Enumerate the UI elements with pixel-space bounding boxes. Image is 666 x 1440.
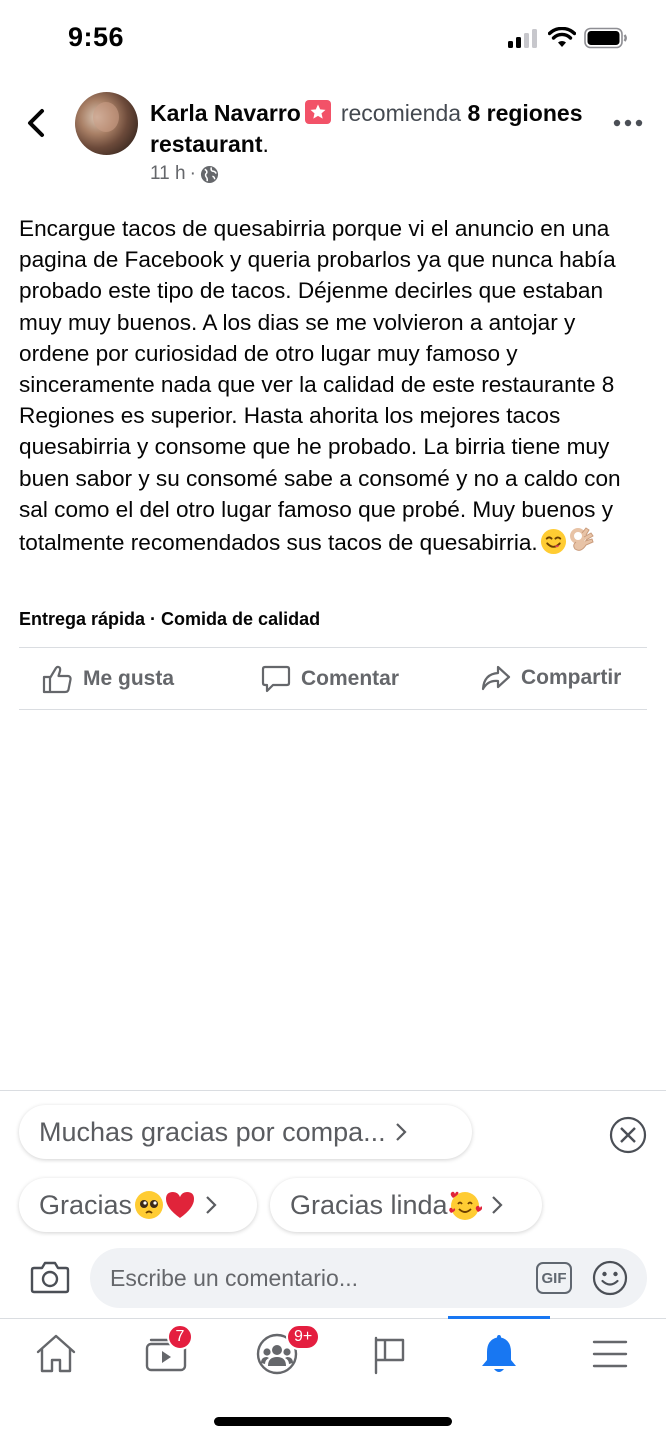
nav-notifications[interactable] <box>474 1330 524 1378</box>
nav-watch[interactable]: 7 <box>141 1324 193 1378</box>
nav-groups[interactable]: 9+ <box>252 1324 321 1378</box>
post-emojis <box>540 525 597 563</box>
emoji-picker-icon[interactable] <box>592 1260 628 1296</box>
post-body: Encargue tacos de quesabirria porque vi … <box>19 213 647 563</box>
like-button[interactable]: Me gusta <box>41 664 174 694</box>
share-label: Compartir <box>521 666 622 689</box>
red-heart-emoji-icon <box>166 1192 195 1218</box>
quick-reply-chip[interactable]: Gracias <box>19 1178 257 1232</box>
globe-public-icon <box>200 165 218 183</box>
camera-icon[interactable] <box>30 1259 70 1295</box>
chevron-right-icon <box>395 1123 407 1141</box>
divider <box>19 647 647 648</box>
author-name-link[interactable]: Karla Navarro <box>150 100 301 126</box>
meta-separator: · <box>189 163 196 184</box>
home-indicator[interactable] <box>214 1417 452 1426</box>
tag-item: Entrega rápida <box>19 609 146 629</box>
post-meta: 11 h · <box>150 163 219 185</box>
comment-button[interactable]: Comentar <box>261 664 399 694</box>
chevron-right-icon <box>491 1196 503 1214</box>
gif-button[interactable]: GIF <box>536 1262 572 1294</box>
author-avatar[interactable] <box>75 92 138 155</box>
smiling-face-with-hearts-emoji-icon <box>448 1191 482 1220</box>
battery-icon <box>584 27 627 49</box>
recommendation-tags: Entrega rápida · Comida de calidad <box>19 609 320 630</box>
home-icon <box>36 1334 76 1373</box>
place-suffix: . <box>262 131 269 157</box>
post-header-title: Karla Navarro recomienda 8 regiones resta… <box>150 98 590 160</box>
bell-notifications-icon <box>482 1335 516 1372</box>
yum-emoji-icon <box>540 528 566 555</box>
status-bar: 9:56 <box>0 0 666 76</box>
active-tab-indicator <box>448 1316 550 1319</box>
post-text: Encargue tacos de quesabirria porque vi … <box>19 216 621 556</box>
more-options-icon[interactable] <box>612 118 644 128</box>
post-actions: Me gusta Comentar Compartir <box>19 650 647 708</box>
reply-area-divider <box>0 1090 666 1091</box>
quick-reply-label: Gracias linda <box>290 1189 448 1220</box>
close-quick-replies-icon[interactable] <box>609 1116 647 1154</box>
cellular-signal-icon <box>508 28 540 48</box>
groups-badge: 9+ <box>286 1324 321 1350</box>
back-arrow-icon[interactable] <box>22 106 52 140</box>
hamburger-menu-icon <box>592 1340 628 1368</box>
like-label: Me gusta <box>83 667 175 690</box>
watch-badge: 7 <box>167 1324 193 1350</box>
post-timestamp[interactable]: 11 h <box>150 163 186 185</box>
divider <box>19 709 647 710</box>
quick-reply-chip[interactable]: Muchas gracias por compa... <box>19 1105 472 1159</box>
bottom-nav-divider <box>0 1318 666 1319</box>
pleading-face-emoji-icon <box>135 1191 164 1219</box>
tag-separator: · <box>145 609 162 629</box>
quick-reply-label: Muchas gracias por compa... <box>39 1116 386 1147</box>
share-button[interactable]: Compartir <box>481 664 621 692</box>
share-arrow-icon <box>481 665 511 691</box>
recommendation-star-icon <box>304 100 331 124</box>
nav-home[interactable] <box>31 1330 81 1378</box>
thumbs-up-icon <box>42 665 72 694</box>
nav-menu[interactable] <box>585 1330 635 1378</box>
ok-hand-emoji-icon <box>569 527 594 551</box>
quick-reply-label: Gracias <box>39 1189 133 1220</box>
comment-label: Comentar <box>301 667 400 690</box>
wifi-icon <box>548 27 576 47</box>
tag-item: Comida de calidad <box>161 609 321 629</box>
status-time: 9:56 <box>68 22 125 52</box>
comment-composer: GIF <box>90 1248 647 1308</box>
comment-input[interactable] <box>110 1248 510 1308</box>
comment-bubble-icon <box>261 665 291 693</box>
flag-pages-icon <box>374 1336 405 1375</box>
quick-reply-chip[interactable]: Gracias linda <box>270 1178 542 1232</box>
nav-pages[interactable] <box>363 1330 413 1378</box>
recommends-text: recomienda <box>340 100 462 126</box>
chevron-right-icon <box>206 1196 217 1214</box>
